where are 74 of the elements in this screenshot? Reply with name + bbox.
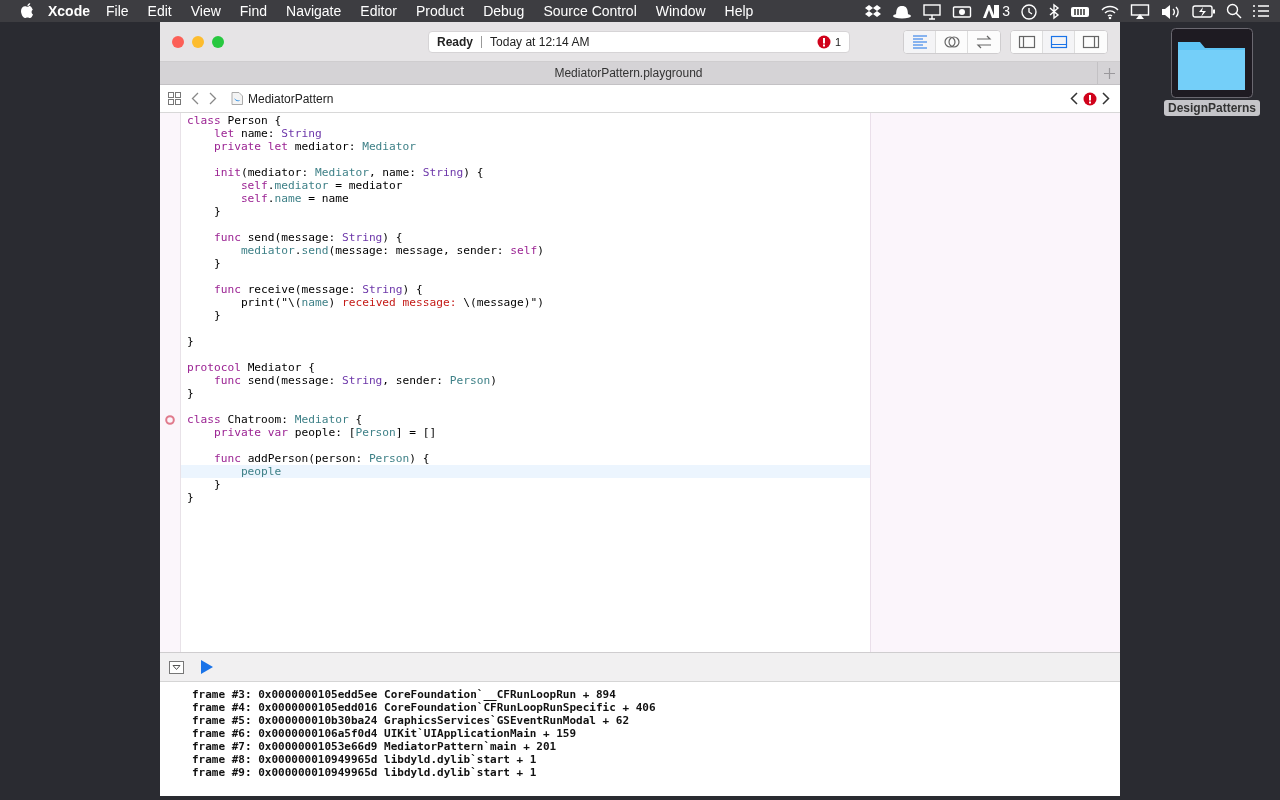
folder-label[interactable]: DesignPatterns — [1164, 100, 1261, 116]
battery-charging-icon[interactable] — [1192, 2, 1216, 20]
folder-icon[interactable] — [1171, 28, 1253, 98]
status-count: 3 — [1002, 3, 1010, 19]
build-time: Today at 12:14 AM — [490, 34, 590, 49]
code-line: } — [212, 257, 222, 270]
app-menu[interactable]: Xcode — [48, 3, 90, 19]
code-line: class Person { — [186, 114, 283, 127]
menu-item[interactable]: File — [106, 3, 129, 19]
code-line: init(mediator: Mediator, name: String) { — [212, 166, 485, 179]
code-line: } — [212, 309, 222, 322]
error-icon[interactable] — [816, 34, 831, 49]
code-line: print("\(name) received message: \(message)") — [239, 296, 546, 309]
menu-item[interactable]: Debug — [483, 3, 525, 19]
code-line: } — [186, 491, 195, 504]
code-line: mediator.send(message: message, sender: self) — [239, 244, 546, 257]
swift-file-icon — [231, 92, 243, 105]
bluetooth-icon[interactable] — [1048, 2, 1060, 20]
code-line: } — [186, 387, 195, 400]
forward-icon[interactable] — [209, 92, 217, 105]
code-line: protocol Mediator { — [186, 361, 316, 374]
editor-mode-control[interactable] — [903, 29, 1001, 54]
code-line: } — [212, 205, 222, 218]
code-line: class Chatroom: Mediator { — [186, 413, 364, 426]
hide-debug-area-icon[interactable] — [169, 660, 184, 674]
code-line: func addPerson(person: Person) { — [212, 452, 431, 465]
build-status: Ready — [437, 34, 474, 49]
console-line: frame #4: 0x0000000105edd016 CoreFoundation`CFRunLoopRunSpecific + 406 — [192, 701, 657, 714]
search-icon[interactable] — [1226, 2, 1242, 20]
back-icon[interactable] — [191, 92, 199, 105]
breadcrumb-item[interactable]: MediatorPattern — [231, 91, 334, 106]
console-line: frame #8: 0x000000010949965d libdyld.dylib`start + 1 — [192, 753, 538, 766]
airplay-icon[interactable] — [1130, 2, 1150, 20]
apple-icon[interactable] — [20, 3, 34, 19]
left-panel-button[interactable] — [1011, 30, 1043, 53]
next-issue-icon[interactable] — [1102, 92, 1110, 105]
console-line: frame #3: 0x0000000105edd5ee CoreFoundation`__CFRunLoopRun + 894 — [192, 688, 617, 701]
display-icon[interactable] — [922, 2, 943, 20]
error-icon[interactable] — [1083, 91, 1097, 106]
console-line: frame #9: 0x000000010949965d libdyld.dylib`start + 1 — [192, 766, 538, 779]
code-line: } — [186, 335, 195, 348]
volume-icon[interactable] — [1160, 2, 1182, 20]
panel-toggle-control[interactable] — [1010, 29, 1108, 54]
code-line: } — [212, 478, 222, 491]
clock-icon[interactable] — [1020, 2, 1038, 20]
lines-icon — [910, 32, 929, 51]
code-line: func receive(message: String) { — [212, 283, 424, 296]
code-line: let name: String — [212, 127, 323, 140]
code-line: private var people: [Person] = [] — [212, 426, 438, 439]
menu-item[interactable]: Edit — [147, 3, 172, 19]
bottom-panel-button[interactable] — [1043, 30, 1075, 53]
code-line: func send(message: String) { — [212, 231, 404, 244]
previous-issue-icon[interactable] — [1070, 92, 1078, 105]
menu-item[interactable]: Find — [239, 3, 268, 19]
menu-item[interactable]: Editor — [360, 3, 397, 19]
menu-item[interactable]: Navigate — [286, 3, 342, 19]
code-line: self.mediator = mediator — [239, 179, 404, 192]
play-icon[interactable] — [201, 660, 213, 674]
console-line: frame #6: 0x0000000106a5f0d4 UIKit`UIApplicationMain + 159 — [192, 727, 578, 740]
console-line: frame #7: 0x00000001053e66d9 MediatorPattern`main + 201 — [192, 740, 558, 753]
code-line: func send(message: String, sender: Person) — [212, 374, 498, 387]
menu-item[interactable]: Product — [415, 3, 465, 19]
menu-item[interactable]: Source Control — [543, 3, 637, 19]
menu-item[interactable]: View — [190, 3, 221, 19]
menu-item[interactable]: Window — [655, 3, 706, 19]
console-line: frame #5: 0x000000010b30ba24 GraphicsServices`GSEventRunModal + 62 — [192, 714, 631, 727]
menu-item[interactable]: Help — [724, 3, 754, 19]
code-line: private let mediator: Mediator — [212, 140, 418, 153]
error-marker-icon[interactable] — [165, 414, 175, 425]
dropbox-icon[interactable] — [864, 2, 883, 20]
code-line: self.name = name — [239, 192, 350, 205]
list-icon[interactable] — [1252, 2, 1270, 20]
error-count[interactable]: 1 — [834, 35, 841, 48]
grid-icon[interactable] — [168, 92, 181, 105]
